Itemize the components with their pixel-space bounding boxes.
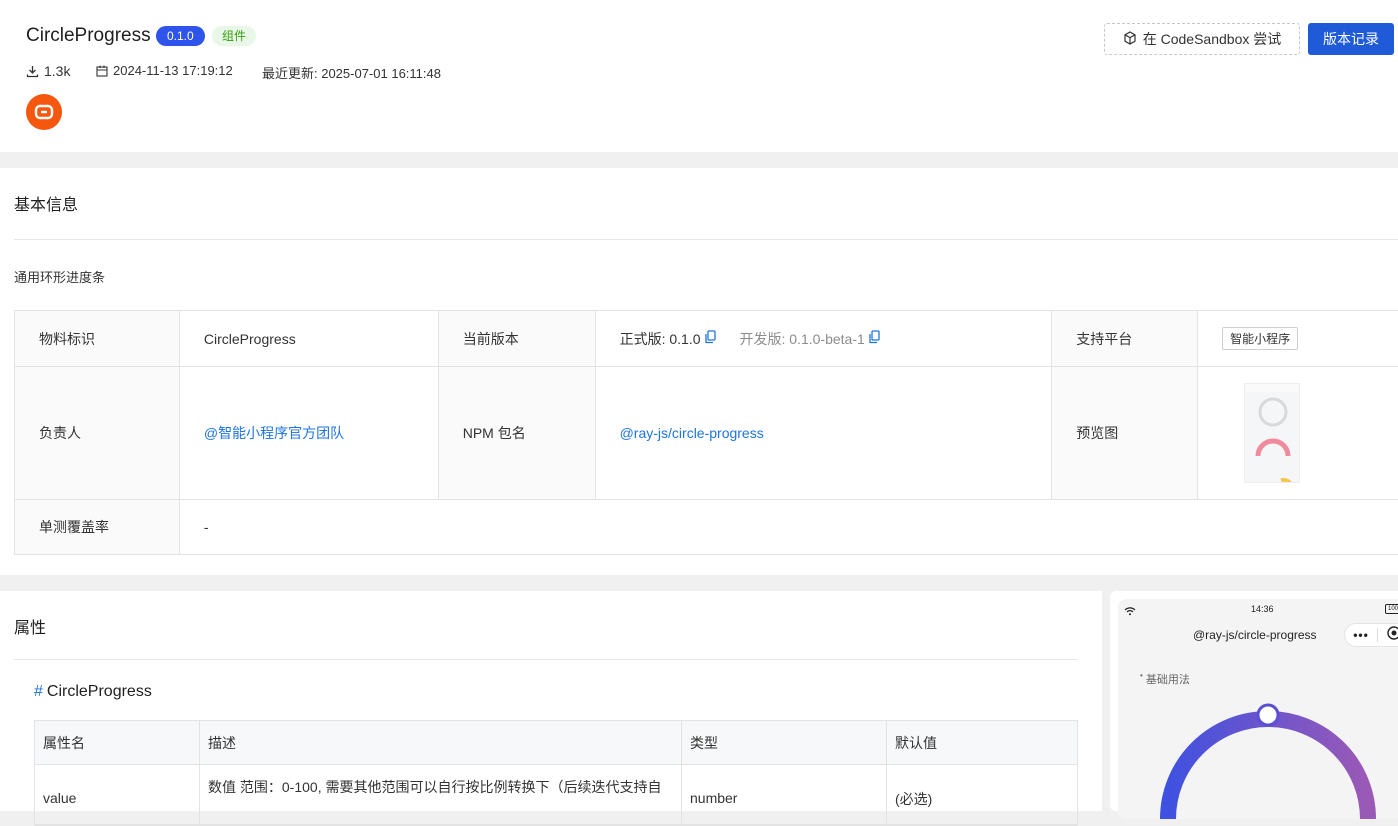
label-preview: 预览图 (1052, 367, 1199, 499)
column-header: 类型 (682, 721, 887, 764)
section-label-text: 基础用法 (1145, 674, 1190, 686)
prop-default: (必选) (895, 791, 933, 807)
section-divider (14, 239, 1398, 240)
type-badge: 组件 (212, 26, 257, 46)
downloads-count: 1.3k (44, 63, 71, 79)
prop-type: number (682, 765, 887, 824)
owner-cell: @智能小程序官方团队 (180, 367, 439, 499)
header: CircleProgress 0.1.0 组件 1.3k 2024-11-13 … (0, 0, 1398, 152)
material-id-value: CircleProgress (180, 311, 439, 366)
npm-cell: @ray-js/circle-progress (596, 367, 1053, 499)
calendar-icon (96, 65, 108, 77)
props-card: 属性 # CircleProgress 属性名 描述 类型 默认值 value 数… (0, 591, 1102, 826)
prop-name: value (35, 765, 200, 824)
close-miniapp-icon[interactable] (1387, 625, 1398, 645)
label-platform: 支持平台 (1052, 311, 1199, 366)
nav-title: @ray-js/circle-progress (1193, 628, 1317, 642)
circle-progress-demo (1160, 703, 1376, 819)
props-table-header: 属性名 描述 类型 默认值 (35, 721, 1077, 765)
npm-package-link[interactable]: @ray-js/circle-progress (620, 425, 764, 441)
test-coverage-value: - (203, 519, 209, 535)
component-heading-text: CircleProgress (46, 683, 152, 700)
stable-version: 正式版: 0.1.0 (619, 330, 701, 347)
label-owner: 负责人 (15, 367, 180, 499)
status-time: 14:36 (1251, 604, 1274, 614)
label-material-id: 物料标识 (15, 311, 180, 366)
created-stat: 2024-11-13 17:19:12 (96, 63, 233, 78)
info-table: 物料标识 CircleProgress 当前版本 正式版: 0.1.0 开发版:… (14, 310, 1398, 555)
component-title: CircleProgress (26, 25, 151, 46)
component-heading: # CircleProgress (34, 683, 152, 701)
prop-description: 数值 范围：0-100, 需要其他范围可以自行按比例转换下（后续迭代支持自 (200, 765, 682, 824)
updated-time: 最近更新: 2025-07-01 16:11:48 (262, 66, 441, 81)
dev-version: 开发版: 0.1.0-beta-1 (739, 330, 865, 347)
info-row: 负责人 @智能小程序官方团队 NPM 包名 @ray-js/circle-pro… (15, 367, 1398, 500)
more-icon[interactable]: ••• (1345, 628, 1377, 642)
label-current-version: 当前版本 (438, 311, 596, 366)
codesandbox-button[interactable]: 在 CodeSandbox 尝试 (1104, 23, 1300, 55)
column-header: 描述 (200, 721, 682, 764)
current-version-value: 正式版: 0.1.0 开发版: 0.1.0-beta-1 (596, 311, 1053, 366)
updated-stat: 最近更新: 2025-07-01 16:11:48 (262, 63, 441, 82)
preview-cell (1198, 367, 1398, 499)
basic-info-title: 基本信息 (14, 197, 79, 214)
downloads-stat: 1.3k (26, 63, 70, 79)
owner-link[interactable]: @智能小程序官方团队 (204, 423, 344, 443)
created-time: 2024-11-13 17:19:12 (113, 63, 233, 78)
battery-level: 100 (1387, 606, 1398, 612)
platform-tag: 智能小程序 (1222, 327, 1299, 350)
column-header: 属性名 (35, 721, 200, 764)
download-icon (26, 65, 39, 78)
column-header: 默认值 (887, 721, 1077, 764)
preview-thumbnail[interactable] (1244, 383, 1301, 483)
section-divider (14, 659, 1078, 660)
section-label: • 基础用法 (1140, 671, 1190, 686)
copy-icon[interactable] (869, 330, 880, 347)
codesandbox-button-label: 在 CodeSandbox 尝试 (1142, 31, 1282, 47)
capsule-menu[interactable]: ••• (1344, 623, 1398, 647)
cube-icon (1123, 30, 1137, 48)
phone-simulator: 14:36 100 @ray-js/circle-progress ••• • … (1118, 599, 1398, 819)
version-badge: 0.1.0 (156, 26, 205, 46)
basic-info-card: 基本信息 通用环形进度条 物料标识 CircleProgress 当前版本 正式… (0, 168, 1398, 575)
info-row: 物料标识 CircleProgress 当前版本 正式版: 0.1.0 开发版:… (15, 311, 1398, 367)
wifi-icon (1124, 603, 1136, 621)
battery-icon: 100 (1385, 604, 1398, 614)
anchor-hash[interactable]: # (34, 683, 43, 700)
platform-value: 智能小程序 (1198, 311, 1398, 366)
progress-thumb (1256, 703, 1280, 727)
version-history-button[interactable]: 版本记录 (1308, 23, 1394, 55)
props-table: 属性名 描述 类型 默认值 value 数值 范围：0-100, 需要其他范围可… (34, 720, 1078, 826)
component-description: 通用环形进度条 (14, 270, 106, 285)
label-npm-package: NPM 包名 (438, 367, 596, 499)
label-test-coverage: 单测覆盖率 (15, 500, 180, 554)
props-title: 属性 (14, 620, 47, 637)
copy-icon[interactable] (704, 330, 716, 347)
phone-preview-panel: 14:36 100 @ray-js/circle-progress ••• • … (1110, 591, 1398, 819)
info-row: 单测覆盖率 - (15, 500, 1398, 554)
component-logo (26, 94, 62, 130)
table-row: value 数值 范围：0-100, 需要其他范围可以自行按比例转换下（后续迭代… (35, 765, 1077, 825)
